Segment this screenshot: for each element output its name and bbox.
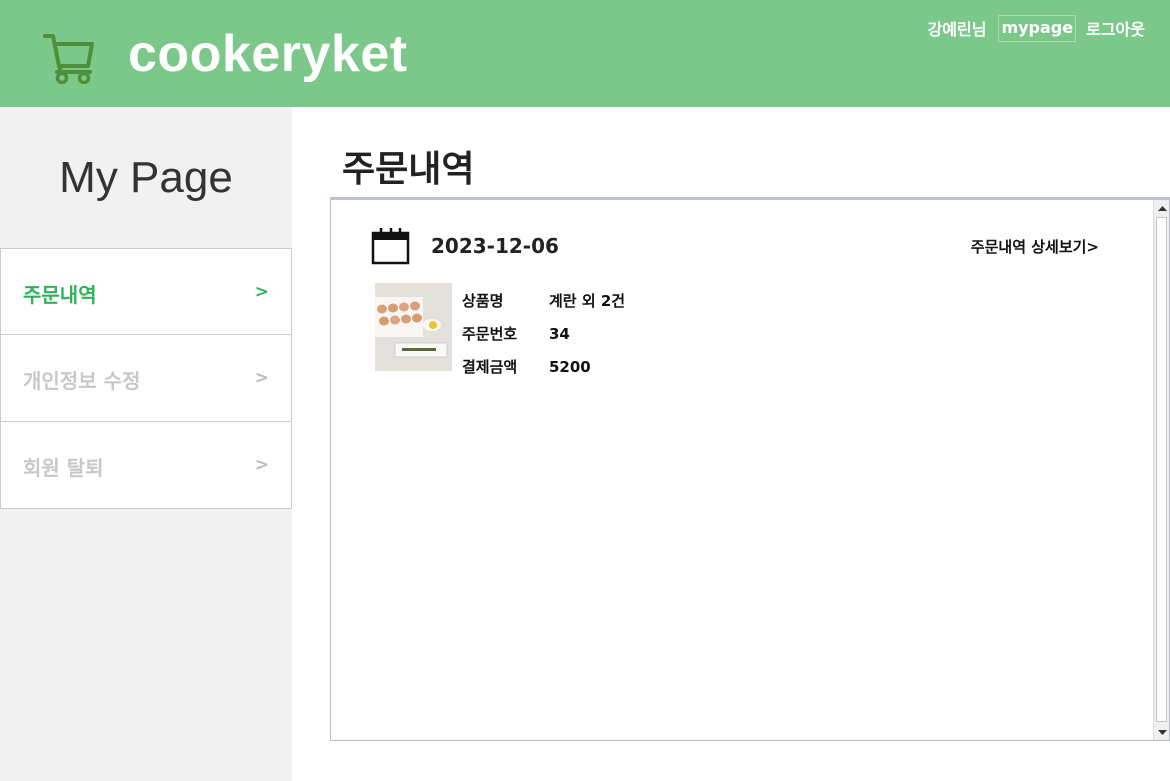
chevron-right-icon: > [254, 282, 269, 302]
sidebar-item-label: 개인정보 수정 [23, 369, 141, 393]
mypage-link[interactable]: mypage [998, 14, 1077, 42]
page-title: 주문내역 [342, 149, 475, 190]
scrollbar[interactable] [1153, 200, 1169, 740]
scroll-down-arrow-icon[interactable] [1154, 724, 1170, 740]
product-thumbnail[interactable] [375, 283, 452, 371]
header: cookeryket 강예린님 mypage 로그아웃 [0, 0, 1170, 107]
order-list-panel: 2023-12-06 주문내역 상세보기> 상품명 계란 외 2건 주문번호 3… [330, 197, 1170, 741]
info-row-order-no: 주문번호 34 [462, 317, 625, 350]
order-detail-link[interactable]: 주문내역 상세보기> [971, 236, 1099, 257]
chevron-right-icon: > [254, 368, 269, 388]
sidebar-item-label: 주문내역 [23, 283, 97, 307]
amount-value: 5200 [549, 357, 591, 376]
egg-product-image [375, 283, 452, 371]
order-date: 2023-12-06 [431, 234, 559, 258]
calendar-icon [371, 228, 410, 265]
sidebar-title: My Page [59, 153, 233, 202]
user-greeting: 강예린님 [927, 20, 987, 39]
sidebar-item-edit-profile[interactable]: 개인정보 수정 > [0, 335, 292, 422]
cart-icon[interactable] [42, 28, 96, 84]
sidebar-item-orders[interactable]: 주문내역 > [0, 248, 292, 335]
scroll-up-arrow-icon[interactable] [1154, 200, 1170, 216]
brand-logo[interactable]: cookeryket [128, 24, 408, 84]
order-info: 상품명 계란 외 2건 주문번호 34 결제금액 5200 [462, 284, 625, 383]
logout-link[interactable]: 로그아웃 [1080, 12, 1145, 44]
product-name-label: 상품명 [462, 292, 504, 310]
info-row-product: 상품명 계란 외 2건 [462, 284, 625, 317]
top-nav: 강예린님 mypage 로그아웃 [920, 12, 1145, 44]
sidebar: My Page 주문내역 > 개인정보 수정 > 회원 탈퇴 > [0, 107, 292, 781]
product-name-value: 계란 외 2건 [549, 292, 626, 310]
amount-label: 결제금액 [462, 358, 518, 376]
sidebar-menu: 주문내역 > 개인정보 수정 > 회원 탈퇴 > [0, 248, 292, 509]
sidebar-item-label: 회원 탈퇴 [23, 456, 104, 480]
order-date-row: 2023-12-06 [371, 226, 559, 266]
chevron-right-icon: > [254, 455, 269, 475]
order-no-value: 34 [549, 324, 570, 343]
sidebar-item-withdraw[interactable]: 회원 탈퇴 > [0, 422, 292, 509]
scroll-thumb[interactable] [1156, 217, 1167, 722]
info-row-amount: 결제금액 5200 [462, 350, 625, 383]
order-no-label: 주문번호 [462, 325, 518, 343]
